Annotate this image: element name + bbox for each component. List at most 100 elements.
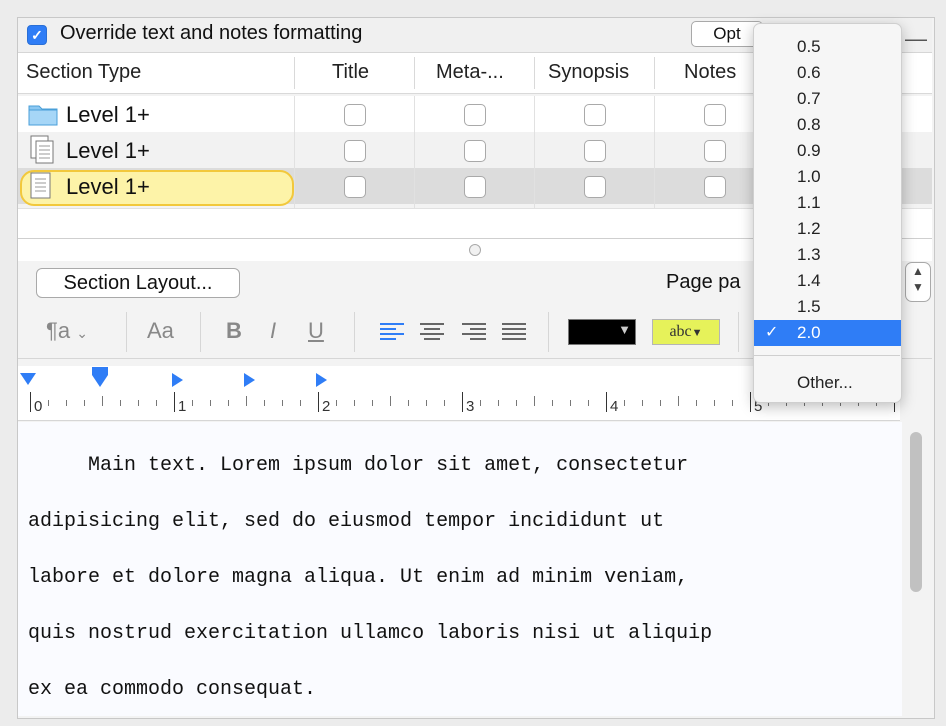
first-line-indent-marker[interactable] [20, 373, 36, 385]
text-line: quis nostrud exercitation ullamco labori… [28, 622, 713, 645]
align-center-icon[interactable] [420, 323, 444, 341]
menu-item[interactable]: 0.6 [754, 60, 901, 86]
text-line: Main text. Lorem ipsum dolor sit amet, c… [28, 454, 689, 477]
menu-item[interactable]: 0.8 [754, 112, 901, 138]
ruler-minor-tick [210, 400, 211, 406]
ruler-minor-tick [246, 396, 247, 406]
ruler-minor-tick [390, 396, 391, 406]
paragraph-style-label: ¶a [46, 318, 71, 343]
menu-item-selected[interactable]: ✓ 2.0 [754, 320, 901, 346]
meta-checkbox[interactable] [464, 176, 486, 198]
ruler-minor-tick [66, 400, 67, 406]
menu-item[interactable]: 1.0 [754, 164, 901, 190]
ruler-major-tick [318, 392, 319, 412]
ruler-minor-tick [102, 396, 103, 406]
ruler-minor-tick [552, 400, 553, 406]
ruler-minor-tick [48, 400, 49, 406]
ruler-number: 1 [178, 398, 187, 415]
paragraph-style-button[interactable]: ¶a ⌄ [46, 318, 88, 344]
notes-checkbox[interactable] [704, 176, 726, 198]
ruler-minor-tick [660, 400, 661, 406]
align-right-icon[interactable] [462, 323, 486, 341]
menu-item-other[interactable]: Other... [754, 370, 901, 396]
chevron-down-icon: ⌄ [76, 325, 88, 341]
ruler-minor-tick [84, 400, 85, 406]
zoom-popup-menu: 0.5 0.6 0.7 0.8 0.9 1.0 1.1 1.2 1.3 1.4 … [753, 23, 902, 403]
ruler-minor-tick [714, 400, 715, 406]
override-checkbox[interactable]: ✓ [27, 25, 47, 45]
underline-button[interactable]: U [308, 318, 324, 344]
ruler-minor-tick [534, 396, 535, 406]
text-color-well[interactable]: ▼ [568, 319, 636, 345]
bold-button[interactable]: B [226, 318, 242, 344]
row-label: Level 1+ [66, 138, 150, 163]
menu-item[interactable]: 0.5 [754, 34, 901, 60]
ruler-minor-tick [228, 400, 229, 406]
page-padding-stepper[interactable]: ▲ ▼ [905, 262, 931, 302]
menu-item[interactable]: 1.5 [754, 294, 901, 320]
text-line: labore et dolore magna aliqua. Ut enim a… [28, 566, 689, 589]
header-title[interactable]: Title [332, 61, 369, 84]
row-label: Level 1+ [66, 102, 150, 127]
title-checkbox[interactable] [344, 104, 366, 126]
ruler-minor-tick [120, 400, 121, 406]
ruler-major-tick [606, 392, 607, 412]
menu-item[interactable]: 1.1 [754, 190, 901, 216]
scrollbar-thumb[interactable] [910, 432, 922, 592]
italic-button[interactable]: I [270, 318, 276, 344]
align-justify-icon[interactable] [502, 323, 526, 341]
menu-item[interactable]: 1.4 [754, 268, 901, 294]
font-button[interactable]: Aa [147, 318, 174, 344]
synopsis-checkbox[interactable] [584, 140, 606, 162]
menu-item[interactable]: 0.9 [754, 138, 901, 164]
left-indent-marker[interactable] [92, 367, 108, 375]
ruler-minor-tick [264, 400, 265, 406]
notes-checkbox[interactable] [704, 104, 726, 126]
ruler-minor-tick [678, 396, 679, 406]
ruler-minor-tick [408, 400, 409, 406]
menu-item[interactable]: 0.7 [754, 86, 901, 112]
notes-checkbox[interactable] [704, 140, 726, 162]
ruler-minor-tick [516, 400, 517, 406]
title-checkbox[interactable] [344, 176, 366, 198]
menu-item[interactable]: 1.2 [754, 216, 901, 242]
title-checkbox[interactable] [344, 140, 366, 162]
ruler-minor-tick [138, 400, 139, 406]
ruler-minor-tick [354, 400, 355, 406]
section-layout-button[interactable]: Section Layout... [36, 268, 240, 298]
header-section-type[interactable]: Section Type [26, 61, 141, 84]
ruler-minor-tick [480, 400, 481, 406]
tab-stop-marker[interactable] [316, 373, 327, 387]
synopsis-checkbox[interactable] [584, 176, 606, 198]
minus-icon[interactable]: — [905, 26, 927, 52]
ruler-minor-tick [642, 400, 643, 406]
override-label: Override text and notes formatting [60, 22, 363, 44]
ruler-minor-tick [624, 400, 625, 406]
ruler-number: 0 [34, 398, 43, 415]
header-notes[interactable]: Notes [684, 61, 736, 84]
tab-stop-marker[interactable] [172, 373, 183, 387]
folder-icon [28, 105, 58, 126]
header-meta[interactable]: Meta-... [436, 61, 504, 84]
split-handle[interactable] [469, 244, 481, 256]
ruler-minor-tick [570, 400, 571, 406]
ruler-major-tick [30, 392, 31, 412]
header-synopsis[interactable]: Synopsis [548, 61, 629, 84]
document-icon [30, 172, 51, 199]
ruler-major-tick [750, 392, 751, 412]
meta-checkbox[interactable] [464, 140, 486, 162]
highlight-color-well[interactable]: abc▼ [652, 319, 720, 345]
synopsis-checkbox[interactable] [584, 104, 606, 126]
tab-stop-marker[interactable] [244, 373, 255, 387]
ruler-minor-tick [732, 400, 733, 406]
left-indent-marker[interactable] [92, 375, 108, 387]
ruler-minor-tick [372, 400, 373, 406]
text-line: ex ea commodo consequat. [28, 678, 317, 701]
ruler-number: 2 [322, 398, 331, 415]
meta-checkbox[interactable] [464, 104, 486, 126]
ruler-major-tick [462, 392, 463, 412]
ruler-minor-tick [156, 400, 157, 406]
ruler-minor-tick [588, 400, 589, 406]
menu-item[interactable]: 1.3 [754, 242, 901, 268]
align-left-icon[interactable] [380, 323, 404, 341]
